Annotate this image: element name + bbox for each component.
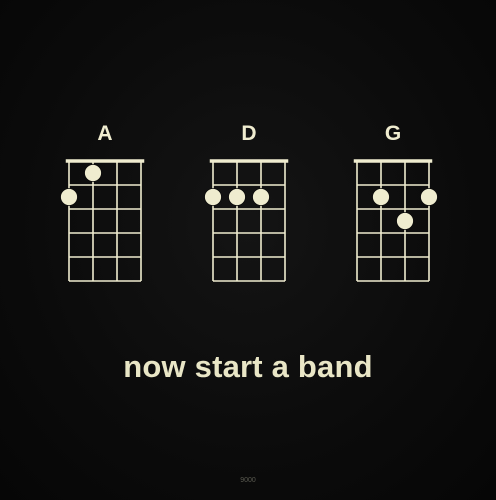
chord-fretboard (60, 159, 145, 282)
chord-diagram-g: G (353, 122, 438, 284)
chord-name: G (384, 122, 402, 145)
finger-dot (420, 188, 438, 206)
tagline: now start a band (123, 349, 373, 384)
chord-name: A (97, 122, 113, 145)
footer-code: 9000 (240, 477, 256, 484)
finger-dot (204, 188, 222, 206)
chord-name: D (241, 122, 257, 145)
finger-dot (228, 188, 246, 206)
chord-fretboard (204, 159, 289, 282)
finger-dot (252, 188, 270, 206)
chord-diagram-a: A (60, 122, 145, 284)
chord-diagram-d: D (204, 122, 289, 284)
finger-dot (396, 212, 414, 230)
chord-fretboard (353, 159, 438, 282)
poster: A D G now start a band 9000 (0, 0, 496, 500)
finger-dot (372, 188, 390, 206)
finger-dot (60, 188, 78, 206)
finger-dot (84, 164, 102, 182)
